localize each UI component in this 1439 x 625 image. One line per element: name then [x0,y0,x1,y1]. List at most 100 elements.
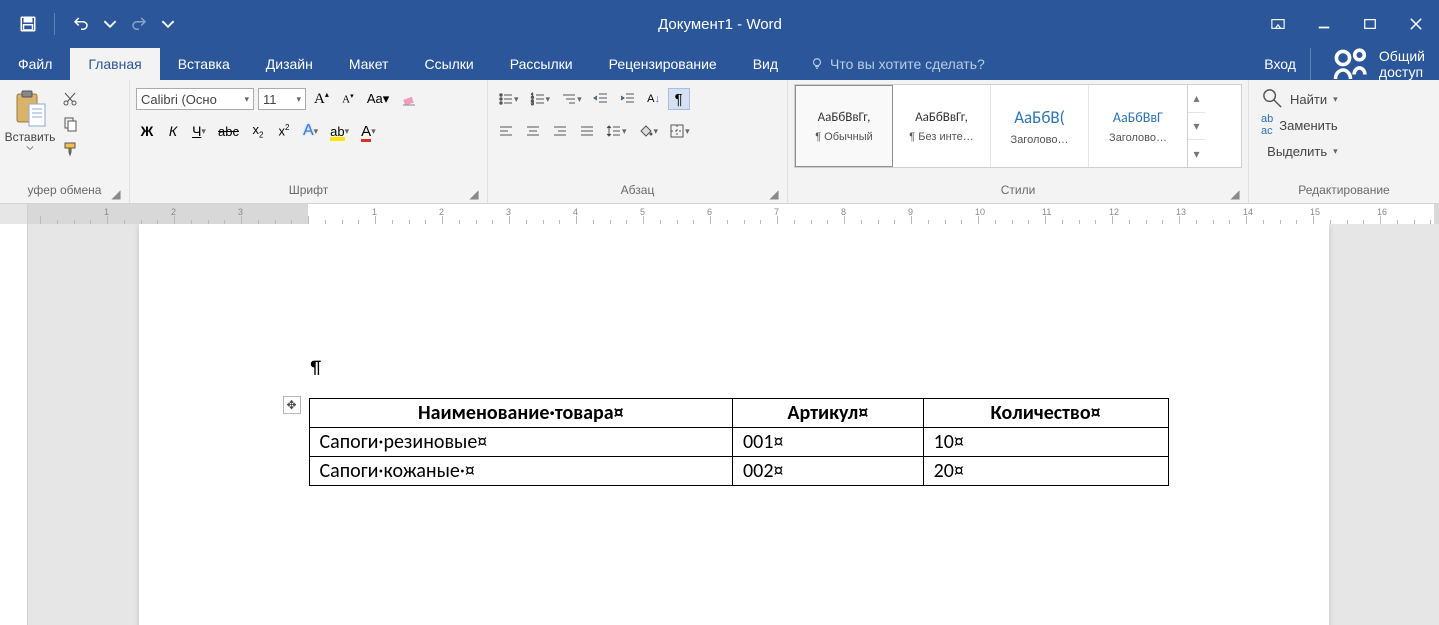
tab-review[interactable]: Рецензирование [591,48,735,80]
table-cell[interactable]: Сапоги·резиновые¤ [309,428,733,457]
ruler-corner [0,204,28,224]
pilcrow-icon: ¶ [675,91,683,108]
table-header[interactable]: Количество¤ [923,399,1168,428]
tab-design[interactable]: Дизайн [248,48,331,80]
font-size-combo[interactable]: 11▾ [258,88,306,110]
paste-label: Вставить [5,130,56,144]
align-center-icon [525,123,541,139]
style-no-spacing[interactable]: АаБбВвГг, ¶ Без инте… [893,85,991,167]
paste-icon [11,88,49,128]
cut-button[interactable] [58,88,82,110]
tell-me-box[interactable]: Что вы хотите сделать? [796,48,999,80]
table-cell[interactable]: Сапоги·кожаные·¤ [309,457,733,486]
copy-button[interactable] [58,113,82,135]
table-row[interactable]: Сапоги·кожаные·¤ 002¤ 20¤ [309,457,1168,486]
sort-button[interactable]: A↓ [643,88,665,110]
close-icon[interactable] [1393,0,1439,48]
decrease-indent-button[interactable] [589,88,613,110]
sign-in-button[interactable]: Вход [1250,48,1310,80]
select-button[interactable]: Выделить ▾ [1255,138,1344,164]
chevron-down-icon: ▾ [244,94,249,105]
table-move-handle-icon[interactable]: ✥ [283,396,301,414]
tab-insert[interactable]: Вставка [160,48,248,80]
dialog-launcher-icon[interactable]: ◢ [109,187,123,201]
redo-icon[interactable] [121,6,157,42]
underline-button[interactable]: Ч▾ [188,120,210,142]
table-row[interactable]: Сапоги·резиновые¤ 001¤ 10¤ [309,428,1168,457]
undo-dropdown-icon[interactable] [103,6,117,42]
subscript-button[interactable]: x2 [247,120,269,142]
tab-file[interactable]: Файл [0,48,70,80]
table-cell[interactable]: 10¤ [923,428,1168,457]
show-marks-button[interactable]: ¶ [668,88,690,110]
font-color-button[interactable]: A▾ [357,120,380,142]
justify-icon [579,123,595,139]
gallery-more-icon[interactable]: ▾ [1188,140,1205,167]
style-normal[interactable]: АаБбВвГг, ¶ Обычный [795,85,893,167]
align-right-icon [552,123,568,139]
table-cell[interactable]: 20¤ [923,457,1168,486]
tab-references[interactable]: Ссылки [406,48,491,80]
multilevel-list-button[interactable]: ▾ [557,88,586,110]
tab-mailings[interactable]: Рассылки [492,48,591,80]
superscript-button[interactable]: x2 [273,120,295,142]
share-button[interactable]: Общий доступ [1310,48,1439,80]
align-center-button[interactable] [521,120,545,142]
ribbon-display-options-icon[interactable] [1255,0,1301,48]
find-button[interactable]: Найти ▾ [1255,86,1344,112]
increase-font-button[interactable]: A▴ [310,88,333,110]
change-case-button[interactable]: Aa▾ [363,88,393,110]
bold-button[interactable]: Ж [136,120,158,142]
document-table[interactable]: Наименование·товара¤ Артикул¤ Количество… [309,398,1169,486]
qat-customize-icon[interactable] [161,6,175,42]
format-painter-button[interactable] [58,138,82,160]
italic-button[interactable]: К [162,120,184,142]
table-cell[interactable]: 001¤ [733,428,924,457]
align-left-icon [498,123,514,139]
undo-icon[interactable] [63,6,99,42]
table-cell[interactable]: 002¤ [733,457,924,486]
vertical-ruler[interactable] [0,224,28,625]
dialog-launcher-icon[interactable]: ◢ [767,187,781,201]
strike-button[interactable]: abc [214,120,243,142]
clear-formatting-button[interactable] [397,88,421,110]
increase-indent-button[interactable] [616,88,640,110]
align-left-button[interactable] [494,120,518,142]
window-title: Документ1 - Word [185,0,1255,48]
ribbon-tabs: Файл Главная Вставка Дизайн Макет Ссылки… [0,48,1439,80]
text-effects-button[interactable]: A▾ [299,120,322,142]
font-name-combo[interactable]: Calibri (Осно▾ [136,88,254,110]
gallery-up-icon[interactable]: ▴ [1188,85,1205,113]
table-header[interactable]: Артикул¤ [733,399,924,428]
horizontal-ruler[interactable]: 3211234567891011121314151617 [28,204,1439,224]
align-right-button[interactable] [548,120,572,142]
save-icon[interactable] [10,6,46,42]
borders-button[interactable]: ▾ [665,120,694,142]
share-label: Общий доступ [1379,48,1425,80]
subscript-icon: x2 [252,122,263,140]
decrease-font-button[interactable]: A▾ [337,88,359,110]
style-heading1[interactable]: АаБбВ( Заголово… [991,85,1089,167]
numbering-button[interactable]: 123▾ [526,88,555,110]
shading-button[interactable]: ▾ [634,120,663,142]
dialog-launcher-icon[interactable]: ◢ [467,187,481,201]
bullets-button[interactable]: ▾ [494,88,523,110]
lightbulb-icon [810,57,824,71]
gallery-down-icon[interactable]: ▾ [1188,113,1205,141]
dialog-launcher-icon[interactable]: ◢ [1228,187,1242,201]
table-row[interactable]: Наименование·товара¤ Артикул¤ Количество… [309,399,1168,428]
style-heading2[interactable]: АаБбВвГ Заголово… [1089,85,1187,167]
replace-button[interactable]: abac Заменить [1255,112,1344,138]
tab-home[interactable]: Главная [70,48,159,80]
highlight-button[interactable]: ab▾ [326,120,353,142]
change-case-icon: Aa▾ [367,91,389,107]
justify-button[interactable] [575,120,599,142]
document-viewport[interactable]: ¶ ✥ Наименование·товара¤ Артикул¤ Количе… [28,224,1439,625]
tab-view[interactable]: Вид [735,48,796,80]
styles-gallery: АаБбВвГг, ¶ Обычный АаБбВвГг, ¶ Без инте… [794,84,1242,168]
tab-layout[interactable]: Макет [331,48,407,80]
bold-icon: Ж [141,123,154,139]
paste-button[interactable]: Вставить [6,84,54,152]
line-spacing-button[interactable]: ▾ [602,120,631,142]
table-header[interactable]: Наименование·товара¤ [309,399,733,428]
